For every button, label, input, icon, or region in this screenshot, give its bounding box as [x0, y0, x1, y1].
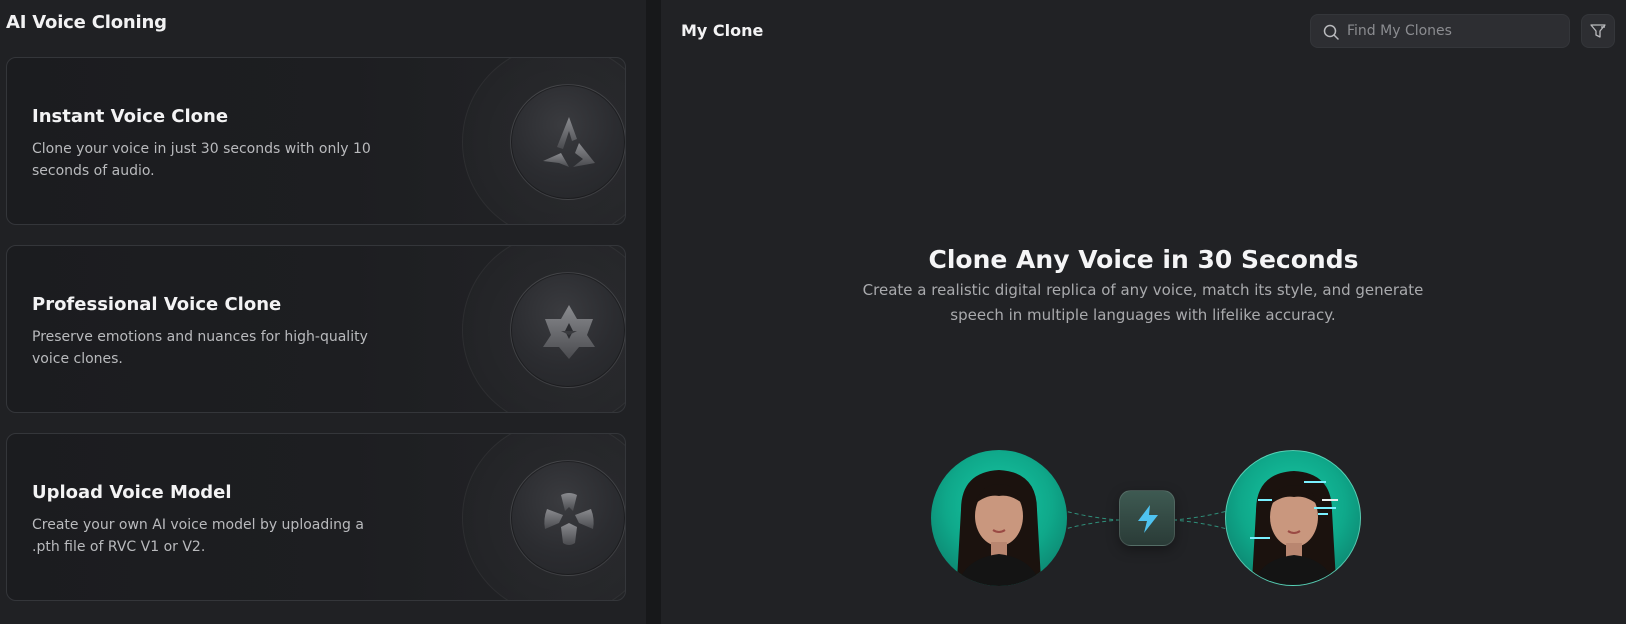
card-icon-circle	[510, 272, 625, 388]
original-portrait	[931, 450, 1067, 586]
filter-button[interactable]	[1581, 14, 1615, 48]
lightning-bolt-icon	[1138, 505, 1158, 533]
search-icon	[1323, 24, 1339, 40]
clone-illustration	[931, 440, 1361, 590]
card-description: Preserve emotions and nuances for high-q…	[32, 329, 368, 367]
upload-voice-model-card[interactable]: Upload Voice Model Create your own AI vo…	[6, 433, 626, 601]
upload-model-icon	[544, 493, 594, 545]
my-clone-panel: My Clone Clone Any Voice in 30 Seconds C…	[661, 0, 1626, 624]
card-title: Upload Voice Model	[32, 482, 232, 503]
star-gem-icon	[543, 305, 595, 359]
card-description: Create your own AI voice model by upload…	[32, 517, 364, 555]
card-title: Professional Voice Clone	[32, 294, 282, 315]
panel-title: AI Voice Cloning	[6, 12, 167, 33]
card-title: Instant Voice Clone	[32, 106, 229, 127]
hero-title: Clone Any Voice in 30 Seconds	[928, 245, 1359, 274]
search-box[interactable]	[1310, 14, 1570, 48]
hero-description: Create a realistic digital replica of an…	[862, 281, 1424, 324]
professional-voice-clone-card[interactable]: Professional Voice Clone Preserve emotio…	[6, 245, 626, 413]
cloned-portrait	[1225, 450, 1361, 586]
card-icon-circle	[510, 84, 625, 200]
instant-voice-clone-card[interactable]: Instant Voice Clone Clone your voice in …	[6, 57, 626, 225]
voice-cloning-panel: AI Voice Cloning Instant Voice Clone Clo…	[0, 0, 646, 624]
search-input[interactable]	[1347, 15, 1562, 47]
person-avatar-icon	[957, 470, 1041, 586]
clone-action-badge	[1119, 490, 1175, 546]
triangle-logo-icon	[543, 117, 595, 167]
panel-divider	[646, 0, 661, 624]
card-icon-circle	[510, 460, 625, 576]
filter-icon	[1590, 24, 1606, 38]
person-avatar-icon	[1250, 471, 1338, 585]
card-description: Clone your voice in just 30 seconds with…	[32, 141, 371, 179]
panel-title: My Clone	[681, 21, 764, 40]
